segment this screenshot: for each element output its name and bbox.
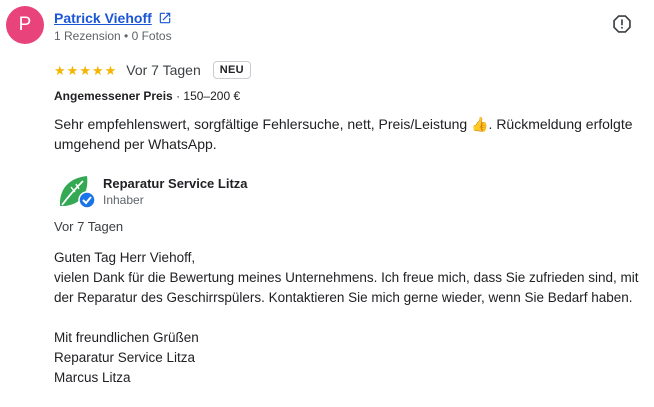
reply-closing: Mit freundlichen Grüßen bbox=[54, 330, 199, 345]
new-badge: NEU bbox=[212, 61, 251, 79]
reply-body: vielen Dank für die Bewertung meines Unt… bbox=[54, 270, 639, 305]
reply-greeting: Guten Tag Herr Viehoff, bbox=[54, 250, 196, 265]
owner-logo bbox=[59, 176, 96, 209]
price-value: · 150–200 € bbox=[172, 89, 241, 103]
reviewer-name-link[interactable]: Patrick Viehoff bbox=[54, 10, 172, 26]
reply-date: Vor 7 Tagen bbox=[54, 219, 124, 234]
star-icon: ★ bbox=[66, 62, 79, 78]
star-icon: ★ bbox=[54, 62, 66, 78]
reviewer-avatar[interactable]: P bbox=[6, 6, 44, 44]
star-icon: ★ bbox=[104, 62, 117, 78]
verified-check-icon bbox=[78, 191, 96, 209]
owner-reply: Guten Tag Herr Viehoff, vielen Dank für … bbox=[54, 248, 646, 388]
external-link-icon[interactable] bbox=[158, 11, 172, 25]
price-info: Angemessener Preis · 150–200 € bbox=[54, 89, 240, 103]
reply-signature: Marcus Litza bbox=[54, 370, 131, 385]
owner-role: Inhaber bbox=[103, 193, 144, 207]
owner-name: Reparatur Service Litza bbox=[103, 176, 248, 191]
review-date: Vor 7 Tagen bbox=[126, 62, 201, 78]
star-icon: ★ bbox=[79, 62, 91, 78]
star-rating: ★ ★ ★ ★ ★ bbox=[54, 64, 116, 77]
reviewer-name[interactable]: Patrick Viehoff bbox=[54, 10, 152, 26]
report-flag-icon[interactable] bbox=[612, 14, 632, 34]
price-label: Angemessener Preis bbox=[54, 89, 173, 103]
review-text: Sehr empfehlenswert, sorgfältige Fehlers… bbox=[54, 116, 633, 152]
star-icon: ★ bbox=[91, 62, 104, 78]
rating-row: ★ ★ ★ ★ ★ Vor 7 Tagen NEU bbox=[54, 60, 251, 80]
reviewer-meta: 1 Rezension • 0 Fotos bbox=[54, 29, 172, 43]
reply-company: Reparatur Service Litza bbox=[54, 350, 196, 365]
avatar-initial: P bbox=[18, 14, 32, 35]
